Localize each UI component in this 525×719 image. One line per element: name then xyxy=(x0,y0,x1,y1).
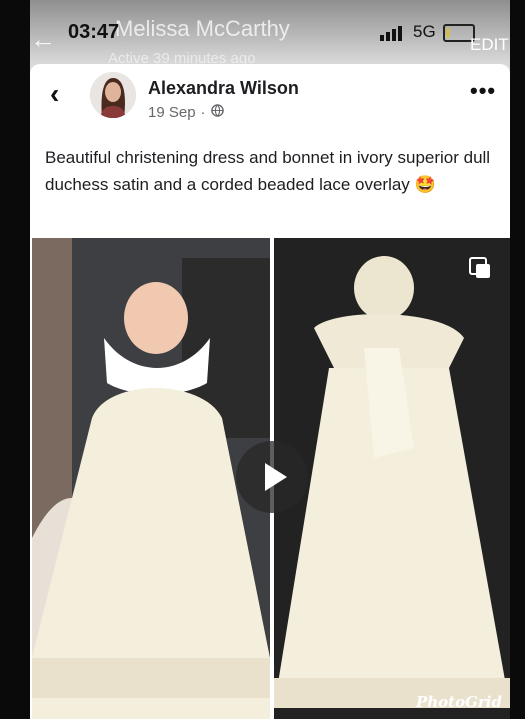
dress-photo[interactable]: PhotoGrid xyxy=(274,238,510,719)
status-time: 03:47 xyxy=(68,21,120,43)
edit-button[interactable]: EDIT xyxy=(470,35,509,55)
avatar[interactable] xyxy=(90,72,136,118)
more-options-icon[interactable]: ••• xyxy=(470,78,496,104)
post-date: 19 Sep xyxy=(148,104,196,121)
play-icon xyxy=(265,463,287,491)
chat-name: Melissa McCarthy xyxy=(115,16,290,41)
photogrid-watermark: PhotoGrid xyxy=(415,693,502,711)
back-chevron-icon[interactable]: ‹ xyxy=(50,78,59,110)
multiple-photos-icon xyxy=(468,256,492,285)
post-text: Beautiful christening dress and bonnet i… xyxy=(45,148,491,194)
baby-photo[interactable] xyxy=(32,238,270,719)
right-bar xyxy=(510,0,525,719)
photo-grid[interactable]: PhotoGrid xyxy=(32,238,510,719)
back-arrow-icon[interactable]: ← xyxy=(30,24,56,55)
play-button[interactable] xyxy=(236,441,308,513)
left-bar xyxy=(0,0,30,719)
post-author[interactable]: Alexandra Wilson xyxy=(148,78,299,99)
post-card: ‹ Alexandra Wilson 19 Sep · ••• Beautifu… xyxy=(30,64,510,719)
globe-icon xyxy=(210,104,224,121)
post-meta: 19 Sep · xyxy=(148,104,224,121)
network-type: 5G xyxy=(413,22,436,41)
signal-icon xyxy=(380,26,402,41)
